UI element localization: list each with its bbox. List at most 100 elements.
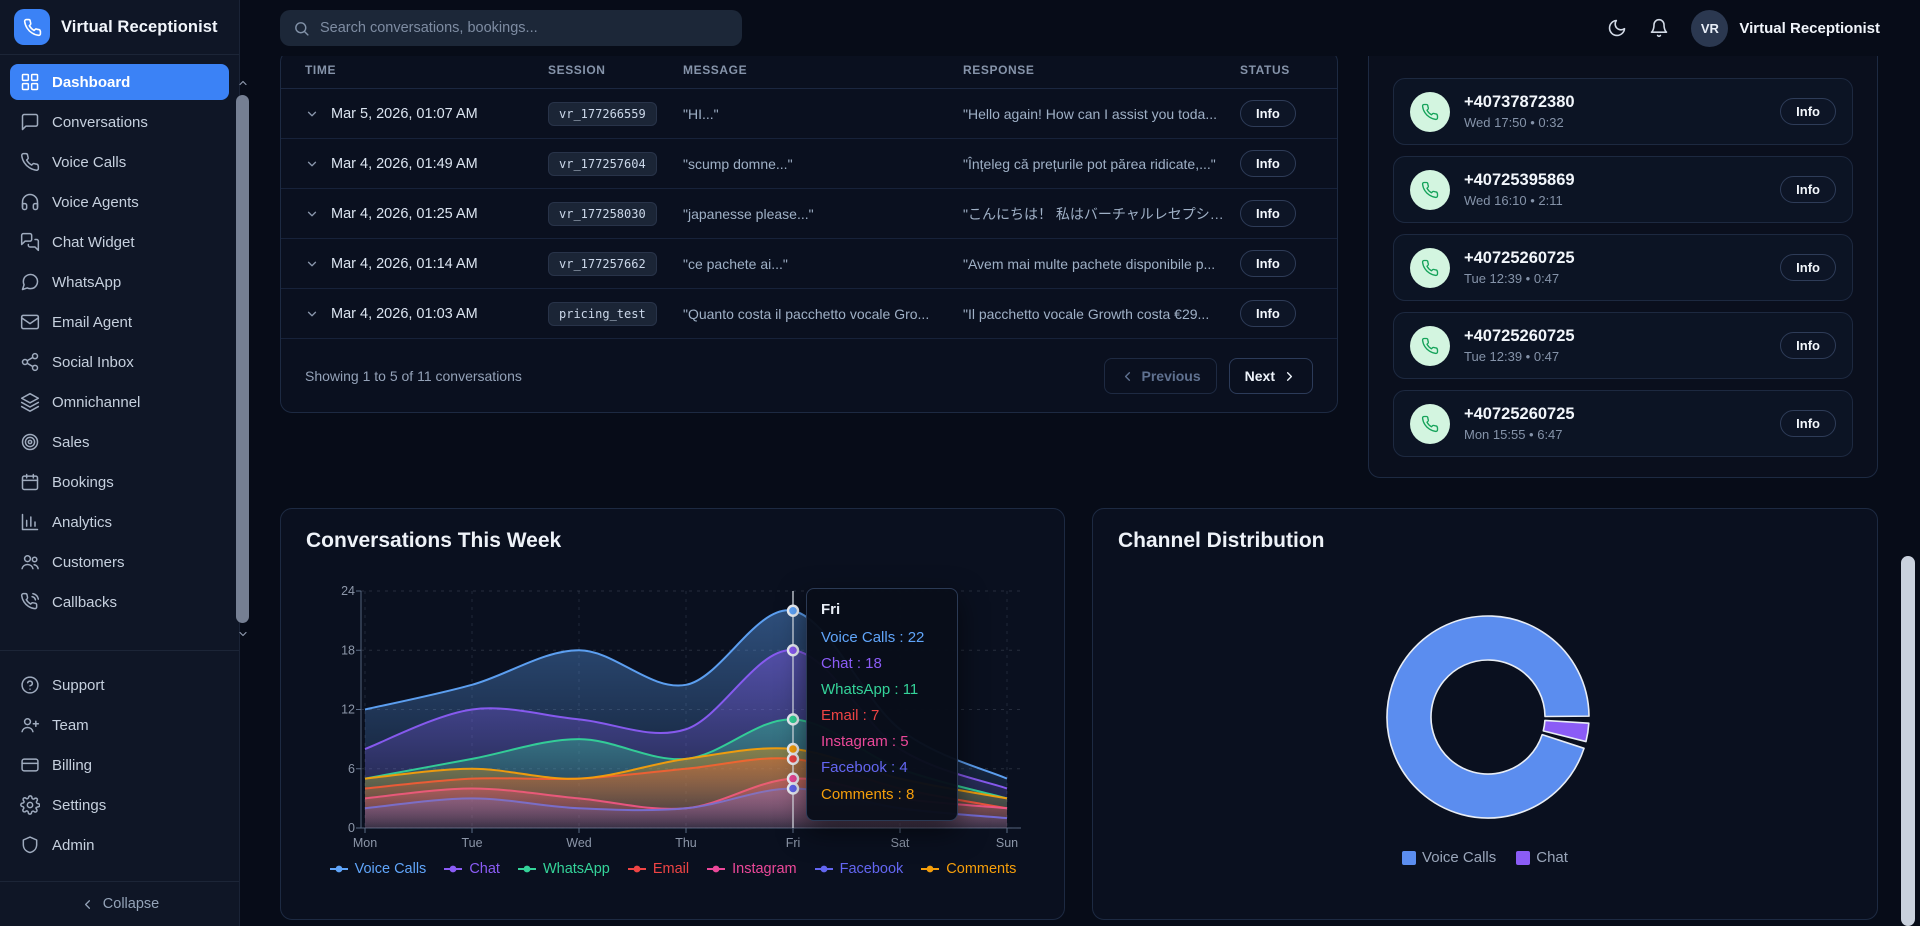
legend-line-dot-icon [627, 864, 647, 874]
sidebar-item-label: Settings [52, 797, 106, 814]
call-info-button[interactable]: Info [1780, 98, 1836, 125]
table-row[interactable]: Mar 4, 2026, 01:14 AMvr_177257662"ce pac… [281, 239, 1337, 289]
table-row[interactable]: Mar 4, 2026, 01:03 AMpricing_test"Quanto… [281, 289, 1337, 339]
sidebar-item-whatsapp[interactable]: WhatsApp [10, 264, 229, 300]
call-info-button[interactable]: Info [1780, 254, 1836, 281]
sidebar-item-social-inbox[interactable]: Social Inbox [10, 344, 229, 380]
sidebar-item-sales[interactable]: Sales [10, 424, 229, 460]
chevron-down-icon[interactable] [305, 257, 319, 271]
app-title: Virtual Receptionist [61, 18, 218, 37]
tooltip-row-chat: Chat : 18 [821, 651, 943, 677]
topbar: VR Virtual Receptionist [240, 0, 1920, 56]
dashboard-icon [20, 72, 40, 92]
legend-item-comments[interactable]: Comments [920, 861, 1016, 877]
sidebar-item-admin[interactable]: Admin [10, 827, 229, 863]
call-number: +40725395869 [1464, 171, 1575, 190]
sidebar-item-label: Billing [52, 757, 92, 774]
sidebar-item-voice-calls[interactable]: Voice Calls [10, 144, 229, 180]
sidebar-item-dashboard[interactable]: Dashboard [10, 64, 229, 100]
sidebar-item-support[interactable]: Support [10, 667, 229, 703]
cell-message: "japanesse please..." [683, 206, 963, 222]
sidebar-item-callbacks[interactable]: Callbacks [10, 584, 229, 620]
cell-time: Mar 4, 2026, 01:49 AM [305, 156, 548, 172]
legend-item-email[interactable]: Email [627, 861, 689, 877]
page-scrollbar-thumb[interactable] [1901, 556, 1915, 926]
call-list-item: +40737872380Wed 17:50 • 0:32Info [1393, 78, 1853, 145]
cell-response: "Avem mai multe pachete disponibile p... [963, 256, 1240, 272]
info-button[interactable]: Info [1240, 200, 1296, 227]
tooltip-row-email: Email : 7 [821, 703, 943, 729]
call-info-button[interactable]: Info [1780, 410, 1836, 437]
sidebar-primary-nav: Dashboard Conversations Voice Calls Voice A… [0, 55, 239, 650]
info-button[interactable]: Info [1240, 300, 1296, 327]
theme-toggle-button[interactable] [1607, 18, 1627, 38]
sidebar-item-customers[interactable]: Customers [10, 544, 229, 580]
tooltip-row-voice-calls: Voice Calls : 22 [821, 625, 943, 651]
sidebar-item-omnichannel[interactable]: Omnichannel [10, 384, 229, 420]
users-icon [20, 552, 40, 572]
call-texts: +40725260725Mon 15:55 • 6:47 [1464, 405, 1575, 442]
legend-item-chat[interactable]: Chat [1516, 849, 1568, 866]
phone-call-icon [1410, 404, 1450, 444]
info-button[interactable]: Info [1240, 250, 1296, 277]
svg-text:18: 18 [341, 643, 355, 657]
legend-item-chat[interactable]: Chat [443, 861, 500, 877]
info-button[interactable]: Info [1240, 150, 1296, 177]
time-value: Mar 4, 2026, 01:49 AM [331, 156, 478, 172]
chevron-down-icon[interactable] [305, 207, 319, 221]
chevron-down-icon[interactable] [305, 107, 319, 121]
session-badge: pricing_test [548, 302, 657, 326]
next-page-button[interactable]: Next [1229, 358, 1313, 394]
table-row[interactable]: Mar 4, 2026, 01:49 AMvr_177257604"scump … [281, 139, 1337, 189]
chevron-down-icon[interactable] [305, 157, 319, 171]
shield-icon [20, 835, 40, 855]
donut-slice-voice-calls[interactable] [1387, 616, 1589, 818]
main-area: +40737872380Wed 17:50 • 0:32Info +4072539… [240, 0, 1920, 926]
tooltip-rows: Voice Calls : 22Chat : 18WhatsApp : 11Em… [821, 625, 943, 808]
sidebar-item-billing[interactable]: Billing [10, 747, 229, 783]
svg-text:6: 6 [348, 762, 355, 776]
svg-text:Fri: Fri [786, 836, 801, 850]
next-label: Next [1245, 368, 1275, 384]
legend-item-instagram[interactable]: Instagram [706, 861, 796, 877]
sidebar-item-label: Social Inbox [52, 354, 134, 371]
call-info-button[interactable]: Info [1780, 332, 1836, 359]
call-info-button[interactable]: Info [1780, 176, 1836, 203]
sidebar-item-settings[interactable]: Settings [10, 787, 229, 823]
chevron-down-icon[interactable] [305, 307, 319, 321]
sidebar-item-chat-widget[interactable]: Chat Widget [10, 224, 229, 260]
chart-tooltip: Fri Voice Calls : 22Chat : 18WhatsApp : … [806, 588, 958, 821]
collapse-sidebar-button[interactable]: Collapse [0, 882, 239, 926]
table-header-row: TimeSessionMessageResponseStatus [281, 51, 1337, 89]
legend-item-voice-calls[interactable]: Voice Calls [329, 861, 427, 877]
legend-line-dot-icon [814, 864, 834, 874]
conversations-table-card: TimeSessionMessageResponseStatus Mar 5, … [280, 50, 1338, 413]
table-row[interactable]: Mar 4, 2026, 01:25 AMvr_177258030"japane… [281, 189, 1337, 239]
svg-text:0: 0 [348, 821, 355, 835]
sidebar-item-voice-agents[interactable]: Voice Agents [10, 184, 229, 220]
sidebar-item-email-agent[interactable]: Email Agent [10, 304, 229, 340]
call-meta: Tue 12:39 • 0:47 [1464, 271, 1575, 286]
legend-line-dot-icon [517, 864, 537, 874]
info-button[interactable]: Info [1240, 100, 1296, 127]
legend-item-whatsapp[interactable]: WhatsApp [517, 861, 610, 877]
call-meta: Tue 12:39 • 0:47 [1464, 349, 1575, 364]
sidebar-secondary-nav: Support Team Billing Settings Admin [0, 651, 239, 881]
notifications-button[interactable] [1649, 18, 1669, 38]
legend-item-facebook[interactable]: Facebook [814, 861, 904, 877]
table-row[interactable]: Mar 5, 2026, 01:07 AMvr_177266559"HI..."… [281, 89, 1337, 139]
sidebar-item-team[interactable]: Team [10, 707, 229, 743]
time-value: Mar 4, 2026, 01:03 AM [331, 306, 478, 322]
global-search [280, 10, 742, 46]
sidebar-item-bookings[interactable]: Bookings [10, 464, 229, 500]
sidebar-item-analytics[interactable]: Analytics [10, 504, 229, 540]
sidebar-item-label: WhatsApp [52, 274, 121, 291]
search-input[interactable] [320, 20, 729, 36]
legend-swatch [1402, 851, 1416, 865]
sidebar-item-label: Conversations [52, 114, 148, 131]
sidebar-item-conversations[interactable]: Conversations [10, 104, 229, 140]
whatsapp-icon [20, 272, 40, 292]
previous-page-button[interactable]: Previous [1104, 358, 1217, 394]
user-menu[interactable]: VR Virtual Receptionist [1691, 10, 1880, 47]
legend-item-voice-calls[interactable]: Voice Calls [1402, 849, 1496, 866]
